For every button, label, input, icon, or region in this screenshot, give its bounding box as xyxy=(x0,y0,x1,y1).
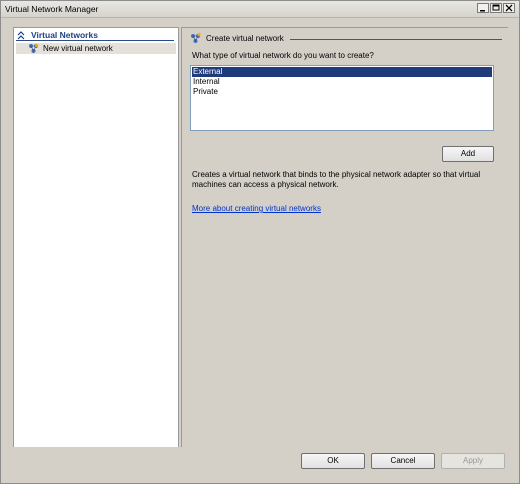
cancel-button[interactable]: Cancel xyxy=(371,453,435,469)
group-divider xyxy=(290,39,502,40)
details-pane: Create virtual network What type of virt… xyxy=(181,27,508,448)
virtual-networks-section-title: Virtual Networks xyxy=(31,30,98,40)
new-network-icon xyxy=(191,32,202,43)
maximize-icon xyxy=(492,4,500,11)
ok-button[interactable]: OK xyxy=(301,453,365,469)
group-title: Create virtual network xyxy=(206,34,284,43)
minimize-icon xyxy=(480,10,485,12)
minimize-button[interactable] xyxy=(477,3,489,13)
virtual-network-manager-window: Virtual Network Manager Virtual Networks xyxy=(0,0,520,484)
sidebar-item-new-virtual-network[interactable]: New virtual network xyxy=(16,43,176,54)
title-bar[interactable]: Virtual Network Manager xyxy=(1,1,519,18)
apply-button[interactable]: Apply xyxy=(441,453,505,469)
network-type-description: Creates a virtual network that binds to … xyxy=(192,170,481,189)
create-virtual-network-group: Create virtual network xyxy=(190,32,502,44)
add-button[interactable]: Add xyxy=(442,146,494,162)
network-type-question: What type of virtual network do you want… xyxy=(192,51,374,60)
maximize-button[interactable] xyxy=(490,3,502,13)
collapse-chevron-icon[interactable] xyxy=(17,31,26,40)
window-title: Virtual Network Manager xyxy=(5,4,99,14)
list-item-private[interactable]: Private xyxy=(192,87,492,97)
help-link[interactable]: More about creating virtual networks xyxy=(192,204,321,213)
dialog-footer: OK Cancel Apply xyxy=(1,447,519,483)
list-item-external[interactable]: External xyxy=(192,67,492,77)
list-item-internal[interactable]: Internal xyxy=(192,77,492,87)
network-type-listbox[interactable]: External Internal Private xyxy=(190,65,494,131)
navigation-pane: Virtual Networks New virtual network xyxy=(13,27,179,449)
new-network-icon xyxy=(29,43,39,53)
close-button[interactable] xyxy=(503,3,515,13)
sidebar-item-label: New virtual network xyxy=(43,44,113,53)
virtual-networks-section-header[interactable]: Virtual Networks xyxy=(16,30,174,41)
close-icon xyxy=(505,4,513,12)
